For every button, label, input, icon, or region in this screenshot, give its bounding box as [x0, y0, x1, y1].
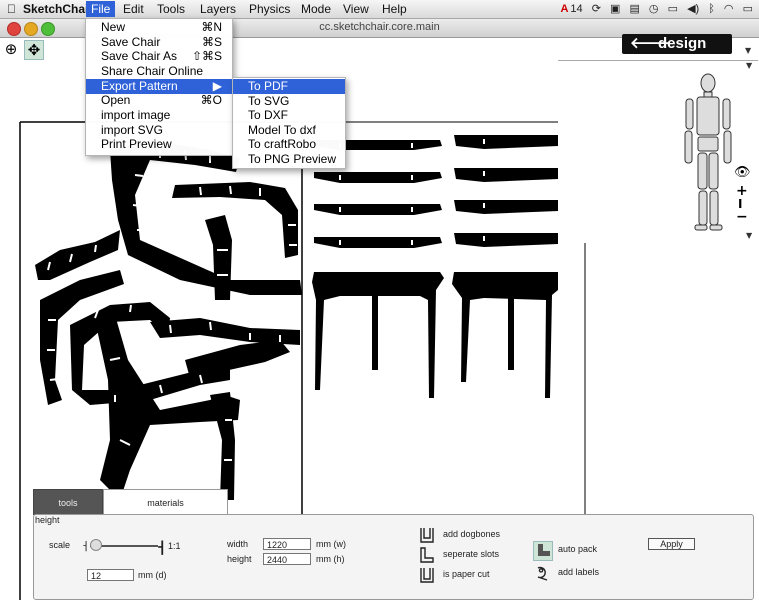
tab-tools[interactable]: tools — [33, 489, 103, 515]
menu-item-open[interactable]: Open ⌘O — [86, 93, 232, 108]
dogbones-icon[interactable] — [418, 526, 436, 544]
menu-item-save-chair-as[interactable]: Save Chair As ⇧⌘S — [86, 49, 232, 64]
paper-cut-label: is paper cut — [443, 569, 490, 579]
menu-item-to-svg[interactable]: To SVG — [233, 94, 345, 109]
menu-item-export-pattern[interactable]: Export Pattern ▶ — [86, 79, 232, 94]
menu-item-print-preview[interactable]: Print Preview — [86, 137, 232, 152]
export-submenu: To PDF To SVG To DXF Model To dxf To cra… — [232, 77, 346, 169]
separate-slots-label: seperate slots — [443, 549, 500, 559]
menu-item-import-image[interactable]: import image — [86, 108, 232, 123]
submenu-arrow-icon: ▶ — [212, 79, 222, 93]
auto-pack-icon[interactable] — [533, 541, 553, 561]
chair-part-frame-1 — [312, 272, 444, 398]
thickness-input[interactable]: 12 — [87, 569, 134, 581]
chair-part-side-6 — [205, 215, 232, 300]
tab-materials[interactable]: materials — [103, 489, 228, 515]
design-mode-button[interactable]: 🡐 design — [622, 34, 732, 54]
height-label: height — [35, 515, 60, 525]
sheet-height-label: height — [227, 554, 252, 564]
add-labels-icon[interactable] — [533, 564, 551, 582]
scale-ratio: 1:1 — [168, 541, 181, 551]
thickness-unit: mm (d) — [138, 570, 167, 580]
figure-panel: 👁 + I − ▼ ▼ — [558, 60, 758, 243]
height-input[interactable]: 2440 — [263, 553, 311, 565]
chair-part-slats — [314, 135, 558, 248]
scale-label: scale — [49, 540, 71, 550]
menu-item-share-chair-online[interactable]: Share Chair Online — [86, 64, 232, 79]
menu-item-to-craftrobo[interactable]: To craftRobo — [233, 137, 345, 152]
chevron-down-icon[interactable]: ▼ — [745, 46, 751, 55]
eye-icon[interactable]: 👁 — [734, 165, 751, 180]
menu-item-new[interactable]: New ⌘N — [86, 20, 232, 35]
move-icon[interactable]: ✥ — [24, 40, 44, 60]
chair-part-frame-2 — [452, 272, 558, 398]
chair-part-leg-2 — [185, 340, 290, 378]
slot-marks-2 — [339, 139, 485, 245]
menu-item-to-dxf[interactable]: To DXF — [233, 108, 345, 123]
menu-item-model-to-dxf[interactable]: Model To dxf — [233, 123, 345, 138]
design-label: design — [658, 35, 707, 52]
scale-slider-handle[interactable] — [90, 539, 102, 551]
height-unit: mm (h) — [316, 554, 345, 564]
tools-panel: height scale ㅓ ㅓ 1:1 12 mm (d) width 122… — [33, 514, 754, 600]
large-chair-icon: ㅓ — [154, 540, 168, 557]
width-input[interactable]: 1220 — [263, 538, 311, 550]
menu-item-to-png-preview[interactable]: To PNG Preview — [233, 152, 345, 167]
menu-item-to-pdf[interactable]: To PDF — [233, 79, 345, 94]
file-menu: New ⌘N Save Chair ⌘S Save Chair As ⇧⌘S Shar… — [85, 18, 233, 156]
chair-part-side-2 — [172, 182, 298, 258]
width-label: width — [227, 539, 249, 549]
zoom-icon[interactable]: ⊕ — [2, 40, 20, 58]
chair-part-seat-1 — [35, 230, 120, 280]
menu-item-save-chair[interactable]: Save Chair ⌘S — [86, 35, 232, 50]
small-chair-icon: ㅓ — [80, 541, 91, 553]
chair-part-side-4 — [70, 302, 230, 405]
chair-part-leg-3 — [210, 392, 235, 500]
add-labels-label: add labels — [558, 567, 600, 577]
width-unit: mm (w) — [316, 539, 346, 549]
mannequin-figure[interactable] — [558, 61, 758, 243]
paper-cut-icon[interactable] — [418, 566, 436, 584]
apply-button[interactable]: Apply — [648, 538, 695, 550]
add-dogbones-label: add dogbones — [443, 529, 501, 539]
separate-slots-icon[interactable] — [418, 546, 436, 564]
panel-scroll-up-icon[interactable]: ▼ — [746, 61, 752, 70]
panel-scroll-down-icon[interactable]: ▼ — [746, 231, 752, 240]
menu-item-import-svg[interactable]: import SVG — [86, 123, 232, 138]
auto-pack-label: auto pack — [558, 544, 598, 554]
minus-icon[interactable]: − — [736, 209, 748, 225]
